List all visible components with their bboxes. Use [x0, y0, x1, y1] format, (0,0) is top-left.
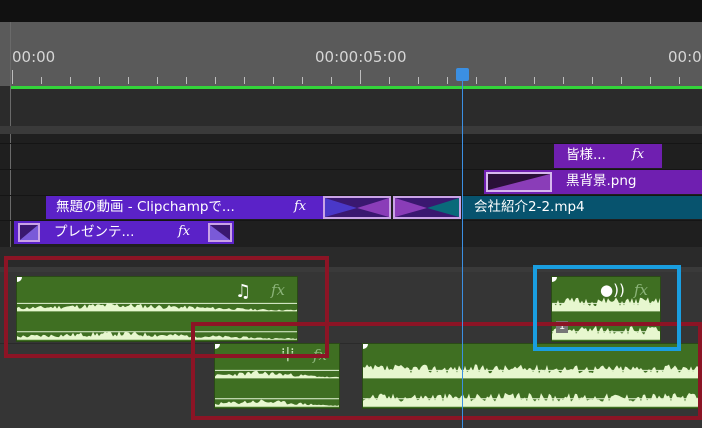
ruler-tick [128, 77, 129, 84]
render-progress-line [10, 86, 702, 89]
playhead-line[interactable] [462, 80, 463, 428]
video-clip-clipchamp[interactable]: 無題の動画 - Clipchampで... fx [46, 196, 324, 219]
transition-crossfade[interactable] [323, 196, 391, 219]
transition-thumbnail[interactable] [486, 172, 552, 192]
fx-icon[interactable]: fx [178, 223, 190, 241]
ruler-tick [273, 77, 274, 84]
ruler-tick [476, 77, 477, 84]
ruler-tick [215, 77, 216, 84]
ruler-tick [650, 77, 651, 84]
ruler-tick [447, 77, 448, 84]
fx-icon[interactable]: fx [632, 146, 644, 164]
ruler-tick [302, 77, 303, 84]
timecode-start: 00:00 [12, 48, 56, 66]
ruler-tick [244, 77, 245, 84]
ruler-tick [360, 70, 361, 84]
ruler-tick [41, 77, 42, 84]
ruler-tick [418, 77, 419, 84]
track-separator [0, 126, 702, 134]
black-background-clip-label: 黒背景.png [566, 173, 637, 189]
timeline-top-bar [0, 0, 702, 22]
ruler-tick [389, 77, 390, 84]
ruler-tick [99, 77, 100, 84]
ruler-tick [563, 77, 564, 84]
timecode-10s: 00:0 [668, 48, 702, 66]
video-clip-company-intro-label: 会社紹介2-2.mp4 [474, 199, 585, 215]
fx-icon[interactable]: fx [294, 198, 306, 216]
ruler-tick [70, 77, 71, 84]
ruler-tick [157, 77, 158, 84]
title-clip[interactable]: 皆様... fx [554, 144, 662, 168]
ruler-tick [505, 77, 506, 84]
ruler-tick [679, 77, 680, 84]
highlight-blue-box [533, 265, 681, 351]
title-clip-label: 皆様... [566, 147, 606, 163]
ruler-tick [592, 77, 593, 84]
ruler-tick [186, 77, 187, 84]
presentation-clip[interactable]: プレゼンテ... fx [14, 221, 234, 244]
ruler-tick [534, 77, 535, 84]
clip-thumbnail [18, 223, 40, 242]
ruler-tick [331, 77, 332, 84]
transition-thumbnail[interactable] [208, 223, 232, 242]
ruler-tick [621, 77, 622, 84]
video-clip-clipchamp-label: 無題の動画 - Clipchampで... [56, 199, 235, 215]
timecode-5s: 00:00:05:00 [315, 48, 407, 66]
ruler-work-area [0, 86, 702, 126]
black-background-clip[interactable]: 黒背景.png [484, 170, 702, 194]
presentation-clip-label: プレゼンテ... [54, 224, 135, 240]
video-clip-company-intro[interactable]: 会社紹介2-2.mp4 [462, 196, 702, 219]
transition-crossfade[interactable] [393, 196, 461, 219]
ruler-tick [12, 70, 13, 84]
